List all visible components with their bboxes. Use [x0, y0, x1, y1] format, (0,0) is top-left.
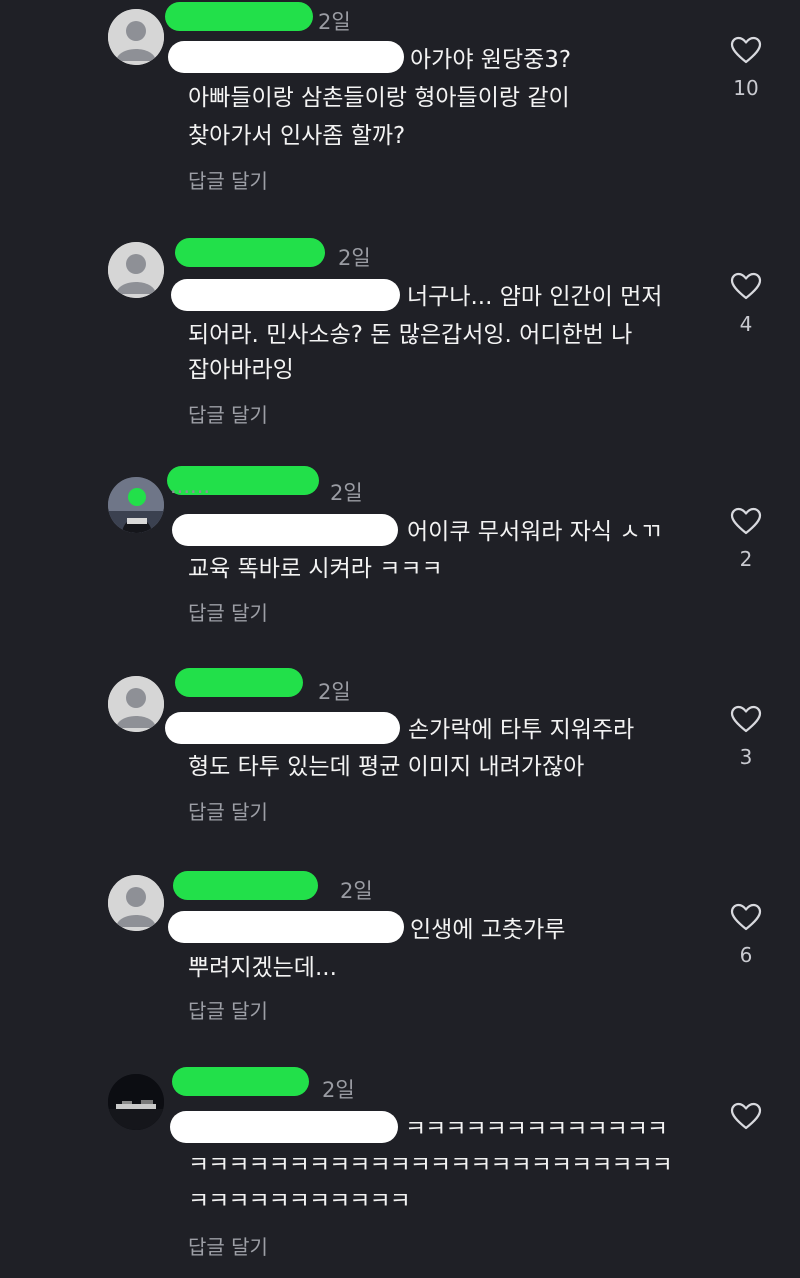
username-redaction[interactable]: [165, 2, 313, 31]
comment-text-line: 인생에 고춧가루: [410, 917, 566, 943]
like-button[interactable]: 3: [724, 705, 768, 769]
profile-photo-icon: [108, 1074, 164, 1130]
like-button[interactable]: 10: [724, 36, 768, 100]
heart-outline-icon: [730, 272, 762, 300]
mention-redaction[interactable]: [168, 911, 404, 943]
comment-time: 2일: [340, 879, 373, 903]
default-profile-icon: [108, 676, 164, 732]
comment-text-line: ㅋㅋㅋㅋㅋㅋㅋㅋㅋㅋㅋ: [188, 1188, 411, 1214]
heart-outline-icon: [730, 705, 762, 733]
comment-time: 2일: [338, 246, 371, 270]
reply-button[interactable]: 답글 달기: [188, 796, 268, 825]
avatar[interactable]: [108, 9, 164, 65]
username-redaction[interactable]: [173, 871, 318, 900]
comment-text-line: 아빠들이랑 삼촌들이랑 형아들이랑 같이: [188, 85, 570, 111]
like-count: 2: [739, 547, 753, 571]
comment-text-line: 뿌려지겠는데...: [188, 955, 337, 981]
like-count: 4: [739, 312, 753, 336]
heart-outline-icon: [730, 1102, 762, 1130]
reply-button[interactable]: 답글 달기: [188, 995, 268, 1024]
like-count: 10: [733, 76, 759, 100]
comment-time: 2일: [318, 10, 351, 34]
mention-redaction[interactable]: [171, 279, 400, 311]
mention-redaction[interactable]: [170, 1111, 398, 1143]
like-button[interactable]: 6: [724, 903, 768, 967]
comment-text-line: ㅋㅋㅋㅋㅋㅋㅋㅋㅋㅋㅋㅋㅋㅋㅋㅋㅋㅋㅋㅋㅋㅋㅋㅋ: [188, 1152, 673, 1178]
heart-outline-icon: [730, 36, 762, 64]
avatar[interactable]: [108, 676, 164, 732]
comment-text-line: 교육 똑바로 시켜라 ㅋㅋㅋ: [188, 556, 443, 582]
comment-text-line: 잡아바라잉: [188, 357, 294, 383]
avatar[interactable]: [108, 477, 164, 533]
like-count: 6: [739, 943, 753, 967]
avatar[interactable]: [108, 1074, 164, 1130]
comment-text-line: 되어라. 민사소송? 돈 많은갑서잉. 어디한번 나: [188, 322, 633, 348]
username-partial: ······: [170, 480, 211, 504]
mention-redaction[interactable]: [165, 712, 400, 744]
comment-text-line: 어이쿠 무서워라 자식 ㅅㄲ: [407, 519, 662, 545]
mention-redaction[interactable]: [172, 514, 398, 546]
comment-text-line: 너구나... 얌마 인간이 먼저: [407, 284, 663, 310]
like-button[interactable]: [724, 1102, 768, 1130]
like-count: 3: [739, 745, 753, 769]
default-profile-icon: [108, 242, 164, 298]
profile-photo-icon: [108, 477, 164, 533]
mention-redaction[interactable]: [168, 41, 404, 73]
comment-text-line: 찾아가서 인사좀 할까?: [188, 123, 406, 149]
like-button[interactable]: 2: [724, 507, 768, 571]
username-redaction[interactable]: [175, 238, 325, 267]
comment-text-line: 형도 타투 있는데 평균 이미지 내려가잖아: [188, 754, 585, 780]
reply-button[interactable]: 답글 달기: [188, 399, 268, 428]
comment-time: 2일: [330, 481, 363, 505]
comment-time: 2일: [318, 680, 351, 704]
comment-time: 2일: [322, 1078, 355, 1102]
reply-button[interactable]: 답글 달기: [188, 165, 268, 194]
comment-text-line: 손가락에 타투 지워주라: [408, 717, 635, 743]
comment-text-line: ㅋㅋㅋㅋㅋㅋㅋㅋㅋㅋㅋㅋㅋ: [405, 1116, 668, 1142]
reply-button[interactable]: 답글 달기: [188, 1231, 268, 1260]
default-profile-icon: [108, 875, 164, 931]
heart-outline-icon: [730, 507, 762, 535]
reply-button[interactable]: 답글 달기: [188, 597, 268, 626]
default-profile-icon: [108, 9, 164, 65]
username-redaction[interactable]: [172, 1067, 309, 1096]
avatar[interactable]: [108, 875, 164, 931]
username-redaction[interactable]: [175, 668, 303, 697]
avatar[interactable]: [108, 242, 164, 298]
comment-text-line: 아가야 원당중3?: [410, 47, 572, 73]
heart-outline-icon: [730, 903, 762, 931]
like-button[interactable]: 4: [724, 272, 768, 336]
